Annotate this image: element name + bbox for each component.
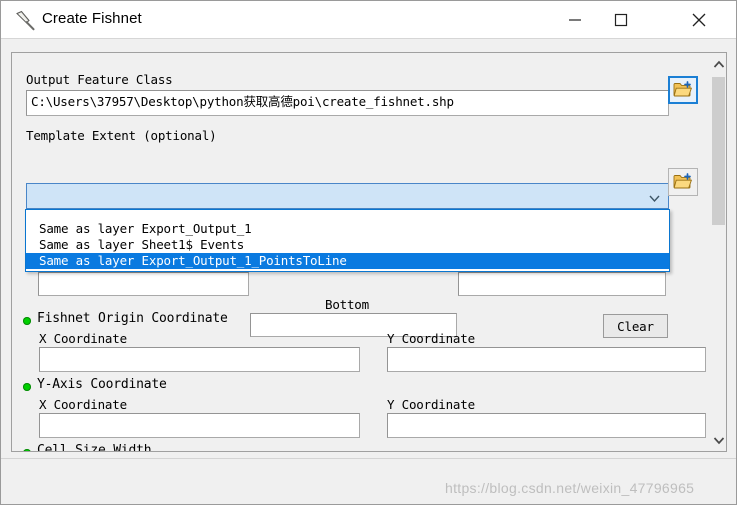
close-icon[interactable] <box>676 1 722 39</box>
maximize-icon[interactable] <box>598 1 644 39</box>
output-feature-class-label: Output Feature Class <box>26 72 173 87</box>
scroll-up-icon[interactable] <box>711 53 726 75</box>
template-extent-dropdown-list[interactable]: Same as layer Export_Output_1 Same as la… <box>25 209 670 272</box>
y-axis-x-label: X Coordinate <box>39 397 127 412</box>
title-bar: Create Fishnet <box>1 1 736 39</box>
clear-button[interactable]: Clear <box>603 314 668 338</box>
output-feature-class-input[interactable]: C:\Users\37957\Desktop\python获取高德poi\cre… <box>26 90 669 116</box>
required-indicator-icon <box>23 383 31 391</box>
fishnet-origin-x-input[interactable] <box>39 347 360 372</box>
y-axis-y-label: Y Coordinate <box>387 397 475 412</box>
template-extent-label: Template Extent (optional) <box>26 128 217 143</box>
required-indicator-icon <box>23 449 31 451</box>
scrollbar-thumb[interactable] <box>712 77 725 225</box>
dialog-body: Output Feature Class C:\Users\37957\Desk… <box>1 39 736 505</box>
dropdown-option-0[interactable]: Same as layer Export_Output_1 <box>26 221 669 237</box>
required-indicator-icon <box>23 317 31 325</box>
extent-left-input[interactable] <box>38 272 249 296</box>
window-title: Create Fishnet <box>42 10 142 27</box>
folder-icon <box>673 81 693 97</box>
cell-size-width-label: Cell Size Width <box>37 443 152 452</box>
output-feature-class-browse-button[interactable] <box>668 76 698 104</box>
fishnet-origin-y-input[interactable] <box>387 347 706 372</box>
template-extent-combobox[interactable] <box>26 183 669 209</box>
dialog-button-bar: OK Cancel Environments... Show Help >> <box>1 458 736 505</box>
folder-icon <box>673 173 693 189</box>
fishnet-origin-y-label: Y Coordinate <box>387 331 475 346</box>
dropdown-option-2[interactable]: Same as layer Export_Output_1_PointsToLi… <box>26 253 669 269</box>
extent-bottom-label: Bottom <box>325 297 369 312</box>
y-axis-x-input[interactable] <box>39 413 360 438</box>
chevron-down-icon <box>648 191 661 203</box>
minimize-icon[interactable] <box>552 1 598 39</box>
vertical-scrollbar[interactable] <box>711 52 727 452</box>
dropdown-option-1[interactable]: Same as layer Sheet1$ Events <box>26 237 669 253</box>
hammer-icon <box>14 9 36 31</box>
fishnet-origin-label: Fishnet Origin Coordinate <box>37 311 228 326</box>
extent-right-input[interactable] <box>458 272 666 296</box>
create-fishnet-dialog: Create Fishnet Output Feature Class C:\U… <box>0 0 737 505</box>
y-axis-label: Y-Axis Coordinate <box>37 377 167 392</box>
fishnet-origin-x-label: X Coordinate <box>39 331 127 346</box>
y-axis-y-input[interactable] <box>387 413 706 438</box>
scroll-down-icon[interactable] <box>711 429 726 451</box>
template-extent-browse-button[interactable] <box>668 168 698 196</box>
